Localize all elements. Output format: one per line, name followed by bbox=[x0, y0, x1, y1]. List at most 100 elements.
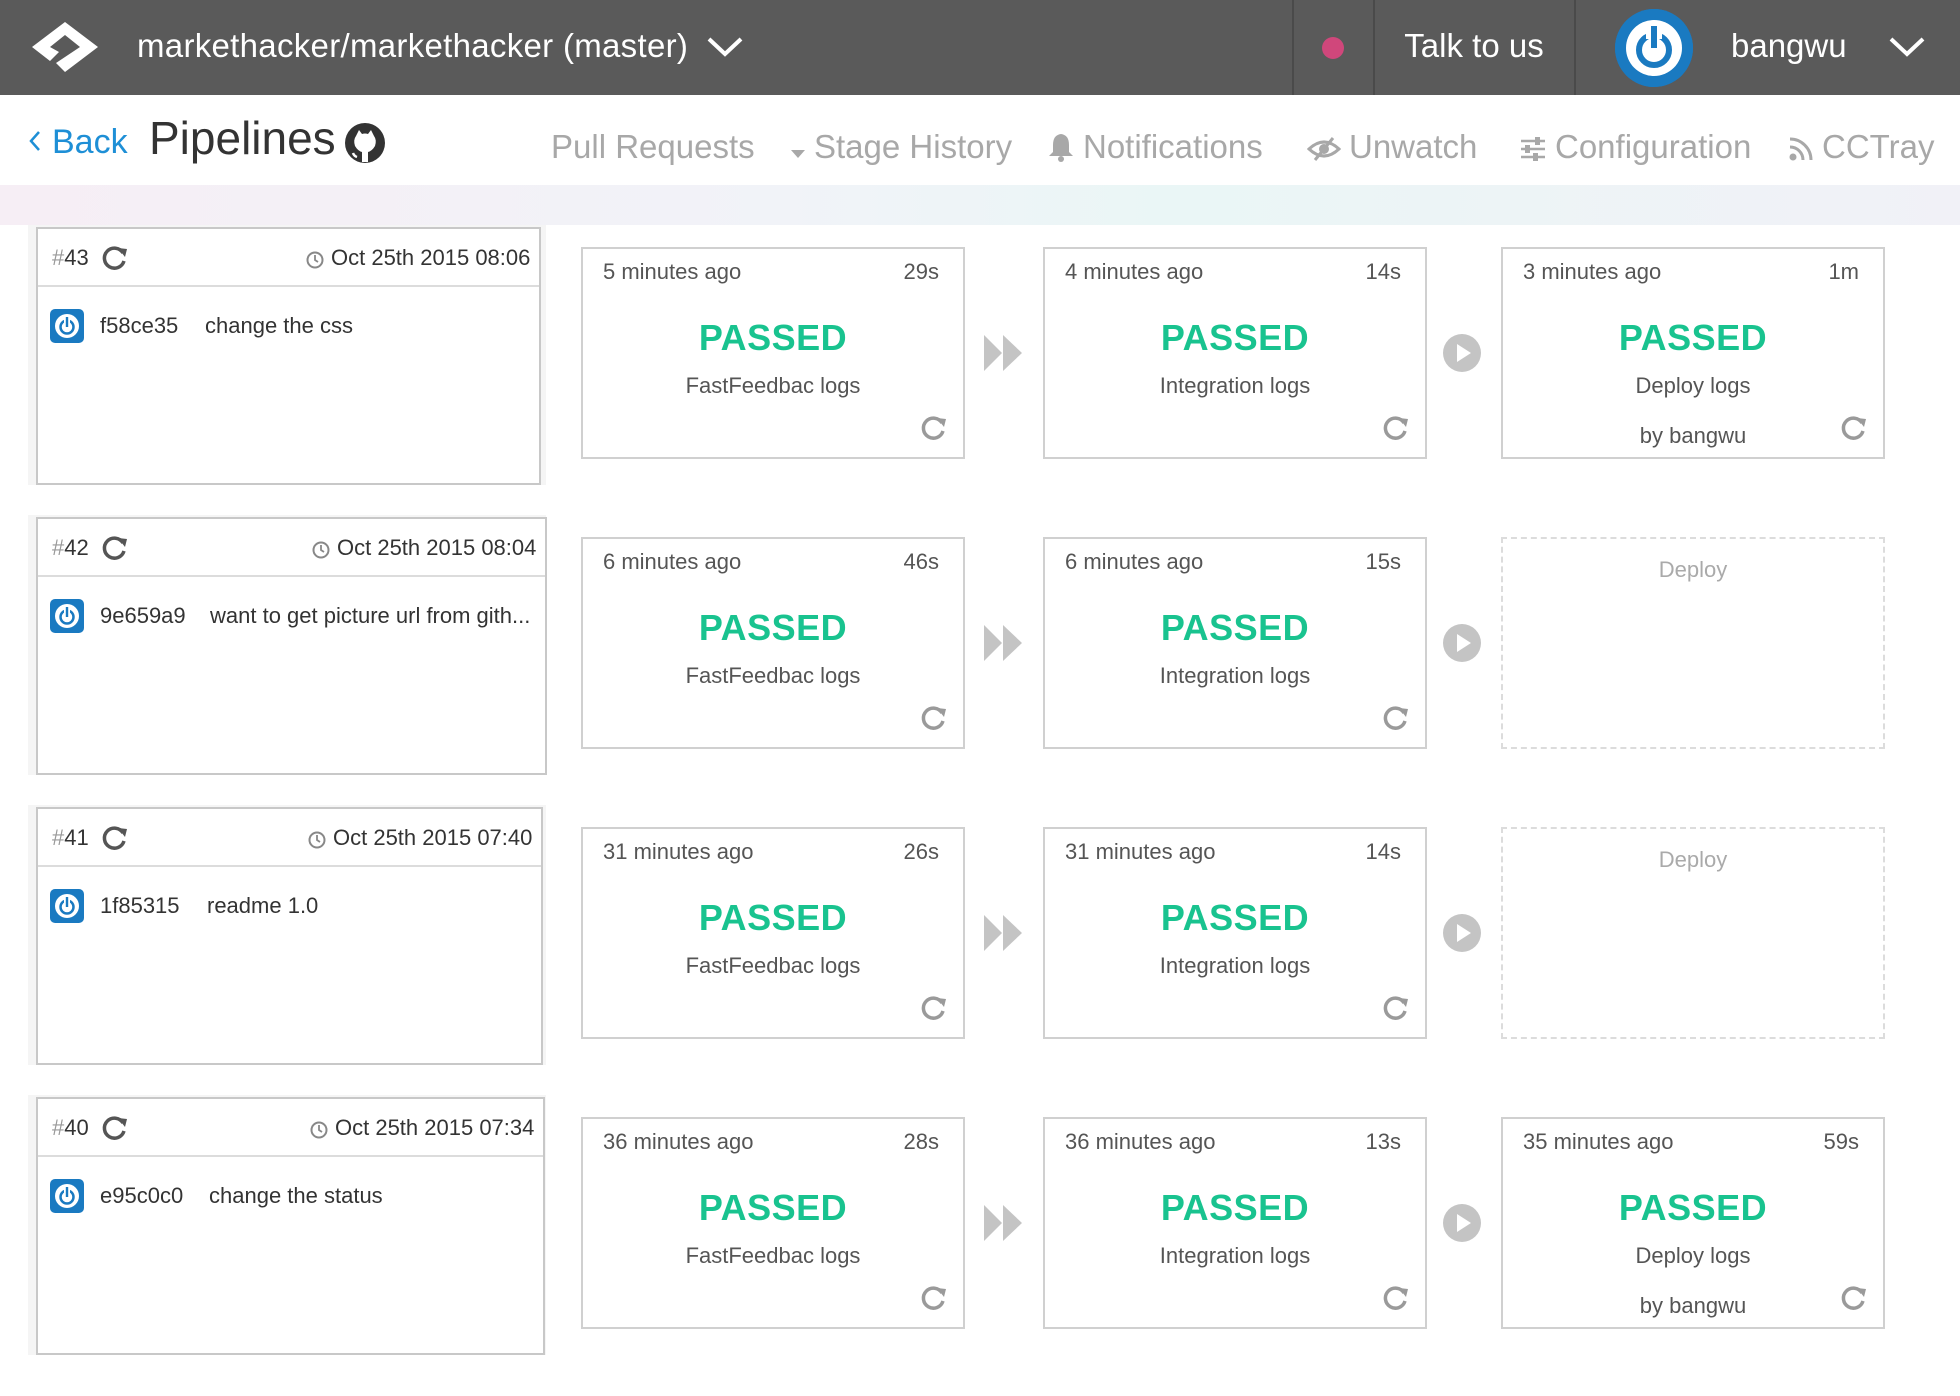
stage-duration: 59s bbox=[1823, 1129, 1859, 1154]
page-title: Pipelines bbox=[149, 112, 336, 164]
stage-logs-link[interactable]: FastFeedbac logs bbox=[583, 953, 963, 979]
sliders-icon bbox=[1521, 137, 1545, 161]
stage-triggered-by: by bangwu bbox=[1639, 1293, 1747, 1318]
stage-name: Deploy bbox=[1658, 847, 1728, 872]
configuration-link[interactable]: Configuration bbox=[1519, 95, 1751, 185]
stage-logs-link[interactable]: Integration logs bbox=[1045, 953, 1425, 979]
back-label: Back bbox=[52, 123, 128, 161]
stage-status: PASSED bbox=[1160, 1187, 1310, 1228]
pipeline-number[interactable]: #41 bbox=[52, 809, 89, 867]
commit-message: change the status bbox=[209, 1183, 383, 1208]
notifications-label: Notifications bbox=[1083, 128, 1263, 165]
stage-time: 36 minutes ago bbox=[603, 1129, 754, 1154]
configuration-label: Configuration bbox=[1555, 128, 1752, 165]
rerun-stage-icon[interactable] bbox=[919, 995, 947, 1023]
status-dot-icon[interactable] bbox=[1322, 37, 1344, 59]
commit-hash[interactable]: f58ce35 bbox=[100, 309, 178, 343]
username-label[interactable]: bangwu bbox=[1731, 0, 1847, 95]
pipeline-card[interactable]: #42 Oct 25th 2015 08:04 9e659a9 want to … bbox=[36, 517, 547, 775]
stage-card: 3 minutes ago 1m PASSED Deploy logs by b… bbox=[1501, 247, 1885, 459]
clock-icon bbox=[306, 251, 324, 269]
stage-history-label: Stage History bbox=[814, 128, 1013, 165]
rerun-stage-icon[interactable] bbox=[1381, 705, 1409, 733]
stage-card: 4 minutes ago 14s PASSED Integration log… bbox=[1043, 247, 1427, 459]
chevron-down-icon[interactable] bbox=[703, 31, 747, 61]
cctray-link[interactable]: CCTray bbox=[1788, 95, 1934, 185]
stage-card: 36 minutes ago 28s PASSED FastFeedbac lo… bbox=[581, 1117, 965, 1329]
committer-avatar bbox=[50, 309, 84, 343]
rerun-stage-icon[interactable] bbox=[1381, 995, 1409, 1023]
rerun-stage-icon[interactable] bbox=[1381, 415, 1409, 443]
pipeline-number[interactable]: #42 bbox=[52, 519, 89, 577]
manual-trigger-play-icon[interactable] bbox=[1442, 333, 1482, 373]
pipeline-card[interactable]: #40 Oct 25th 2015 07:34 e95c0c0 change t… bbox=[36, 1097, 545, 1355]
pipeline-number[interactable]: #43 bbox=[52, 229, 89, 287]
stage-card: 36 minutes ago 13s PASSED Integration lo… bbox=[1043, 1117, 1427, 1329]
pipeline-date: Oct 25th 2015 07:40 bbox=[333, 825, 533, 850]
stage-time: 35 minutes ago bbox=[1523, 1129, 1674, 1154]
rerun-stage-icon[interactable] bbox=[1839, 1285, 1867, 1313]
stage-duration: 13s bbox=[1365, 1129, 1401, 1154]
fast-forward-icon bbox=[982, 333, 1024, 373]
pipeline-row: #41 Oct 25th 2015 07:40 1f85315 readme 1… bbox=[28, 805, 1960, 1065]
notifications-link[interactable]: Notifications bbox=[1047, 95, 1263, 185]
stage-logs-link[interactable]: Integration logs bbox=[1045, 1243, 1425, 1269]
github-icon[interactable] bbox=[344, 122, 386, 164]
rerun-pipeline-icon[interactable] bbox=[100, 245, 128, 273]
stage-duration: 28s bbox=[903, 1129, 939, 1154]
pull-requests-link[interactable]: Pull Requests bbox=[551, 95, 755, 185]
stage-history-link[interactable]: Stage History bbox=[790, 95, 1012, 185]
stage-logs-link[interactable]: FastFeedbac logs bbox=[583, 663, 963, 689]
rerun-pipeline-icon[interactable] bbox=[100, 535, 128, 563]
divider bbox=[1292, 0, 1294, 95]
rerun-stage-icon[interactable] bbox=[919, 1285, 947, 1313]
chevron-left-icon bbox=[28, 123, 42, 162]
stage-logs-link[interactable]: Deploy logs bbox=[1503, 373, 1883, 399]
stage-logs-link[interactable]: Integration logs bbox=[1045, 663, 1425, 689]
app-logo-icon[interactable] bbox=[28, 18, 102, 76]
pipeline-card-header: #40 Oct 25th 2015 07:34 bbox=[38, 1099, 543, 1157]
commit-hash[interactable]: 9e659a9 bbox=[100, 599, 186, 633]
pipeline-card[interactable]: #43 Oct 25th 2015 08:06 f58ce35 change t… bbox=[36, 227, 541, 485]
rerun-stage-icon[interactable] bbox=[919, 705, 947, 733]
stage-card: 5 minutes ago 29s PASSED FastFeedbac log… bbox=[581, 247, 965, 459]
stage-logs-link[interactable]: Deploy logs bbox=[1503, 1243, 1883, 1269]
rerun-pipeline-icon[interactable] bbox=[100, 825, 128, 853]
stage-card: 31 minutes ago 14s PASSED Integration lo… bbox=[1043, 827, 1427, 1039]
stage-card: 35 minutes ago 59s PASSED Deploy logs by… bbox=[1501, 1117, 1885, 1329]
manual-trigger-play-icon[interactable] bbox=[1442, 1203, 1482, 1243]
manual-trigger-play-icon[interactable] bbox=[1442, 913, 1482, 953]
commit-hash[interactable]: 1f85315 bbox=[100, 889, 180, 923]
cctray-label: CCTray bbox=[1822, 128, 1935, 165]
pipeline-number[interactable]: #40 bbox=[52, 1099, 89, 1157]
rerun-stage-icon[interactable] bbox=[1839, 415, 1867, 443]
pipeline-card-header: #41 Oct 25th 2015 07:40 bbox=[38, 809, 541, 867]
talk-to-us-button[interactable]: Talk to us bbox=[1376, 0, 1572, 95]
stage-time: 4 minutes ago bbox=[1065, 259, 1204, 284]
repo-title[interactable]: markethacker/markethacker (master) bbox=[137, 0, 688, 95]
pipeline-card[interactable]: #41 Oct 25th 2015 07:40 1f85315 readme 1… bbox=[36, 807, 543, 1065]
pipeline-date: Oct 25th 2015 08:04 bbox=[337, 535, 537, 560]
user-avatar[interactable] bbox=[1615, 9, 1693, 87]
stage-card-pending: Deploy bbox=[1501, 827, 1885, 1039]
stage-logs-link[interactable]: FastFeedbac logs bbox=[583, 373, 963, 399]
rerun-stage-icon[interactable] bbox=[1381, 1285, 1409, 1313]
pipeline-card-header: #43 Oct 25th 2015 08:06 bbox=[38, 229, 539, 287]
back-link[interactable]: Back bbox=[28, 123, 128, 162]
rerun-stage-icon[interactable] bbox=[919, 415, 947, 443]
pipeline-row: #40 Oct 25th 2015 07:34 e95c0c0 change t… bbox=[28, 1095, 1960, 1355]
rerun-pipeline-icon[interactable] bbox=[100, 1115, 128, 1143]
stage-logs-link[interactable]: FastFeedbac logs bbox=[583, 1243, 963, 1269]
commit-hash[interactable]: e95c0c0 bbox=[100, 1179, 183, 1213]
stage-triggered-by: by bangwu bbox=[1639, 423, 1747, 448]
chevron-down-icon[interactable] bbox=[1885, 31, 1929, 61]
pipeline-row: #43 Oct 25th 2015 08:06 f58ce35 change t… bbox=[28, 225, 1960, 485]
commit-message: readme 1.0 bbox=[207, 893, 319, 918]
stage-status: PASSED bbox=[1618, 1187, 1768, 1228]
stage-logs-link[interactable]: Integration logs bbox=[1045, 373, 1425, 399]
manual-trigger-play-icon[interactable] bbox=[1442, 623, 1482, 663]
pipeline-date: Oct 25th 2015 07:34 bbox=[335, 1115, 535, 1140]
divider bbox=[1574, 0, 1576, 95]
unwatch-link[interactable]: Unwatch bbox=[1306, 95, 1477, 185]
divider bbox=[1373, 0, 1375, 95]
